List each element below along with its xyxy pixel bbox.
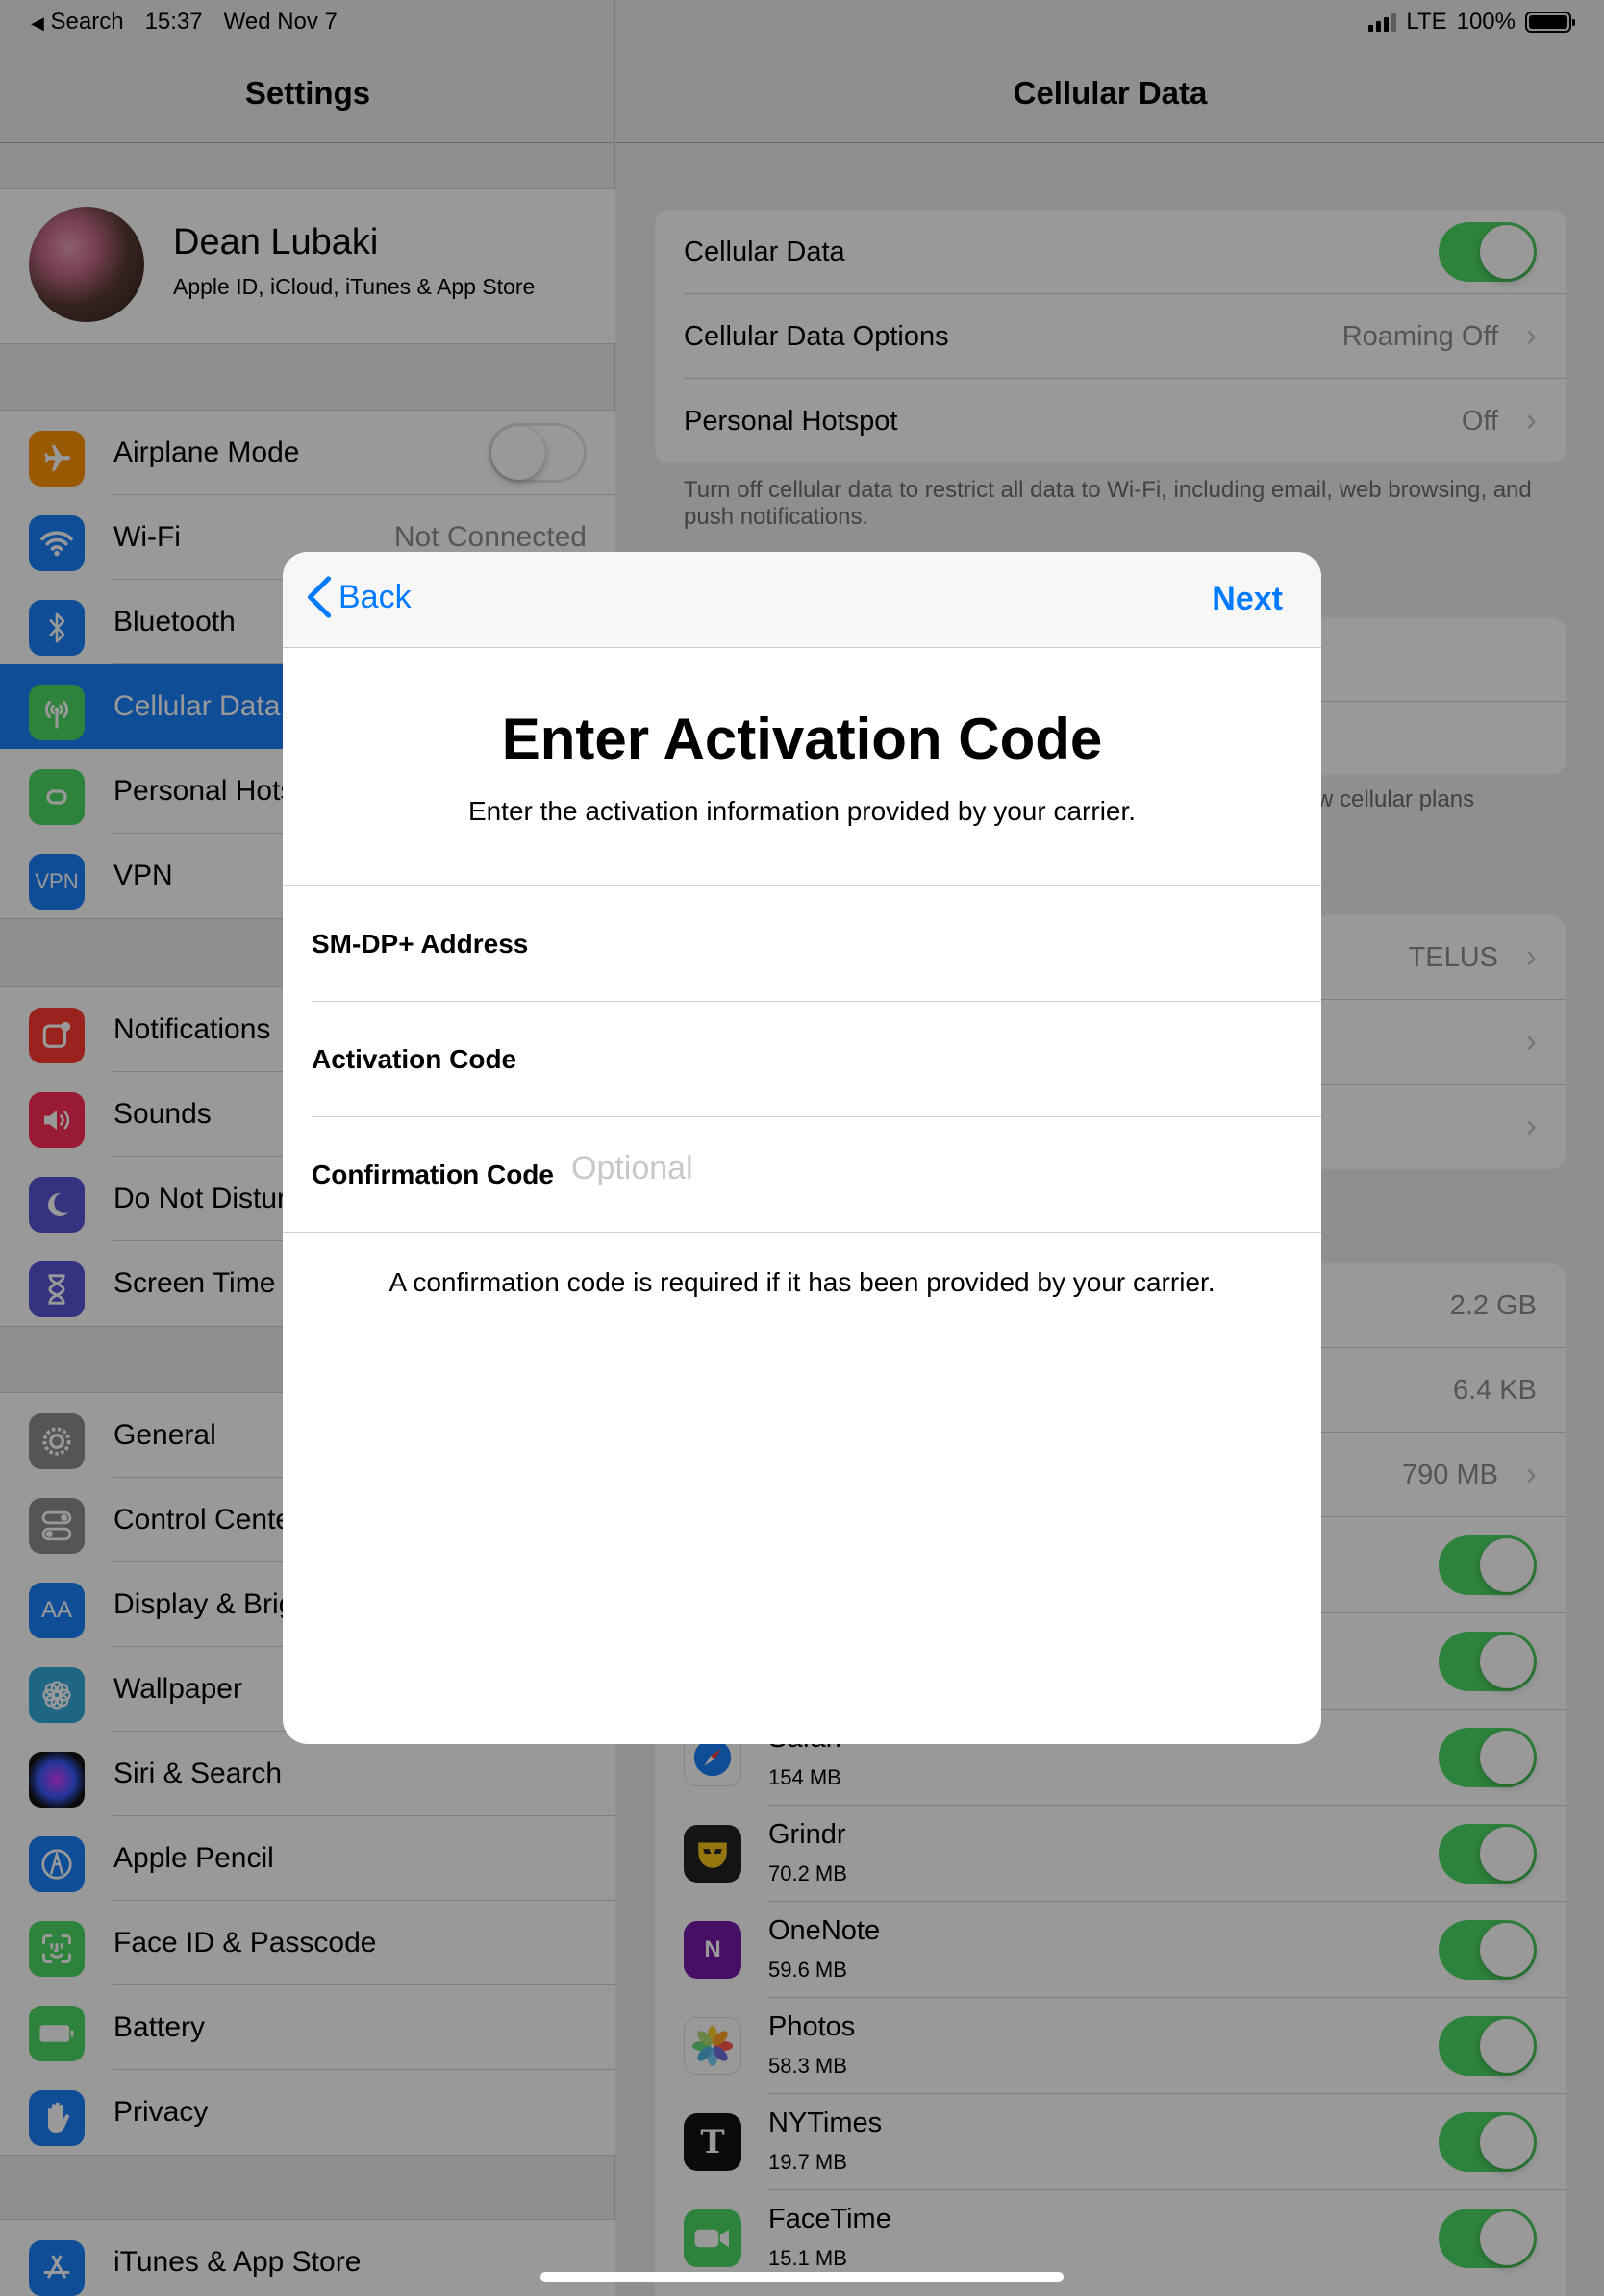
sm-dp-address-field[interactable] bbox=[571, 923, 1283, 961]
home-indicator[interactable] bbox=[540, 2272, 1064, 2282]
activation-code-label: Activation Code bbox=[312, 1044, 517, 1074]
chevron-left-icon bbox=[307, 576, 332, 618]
sm-dp-address-label: SM-DP+ Address bbox=[312, 929, 529, 959]
sheet-subtitle: Enter the activation information provide… bbox=[467, 796, 1137, 826]
confirmation-code-label: Confirmation Code bbox=[312, 1160, 554, 1189]
activation-code-field[interactable] bbox=[571, 1038, 1283, 1076]
confirmation-code-note: A confirmation code is required if it ha… bbox=[388, 1267, 1216, 1297]
next-button[interactable]: Next bbox=[1212, 581, 1283, 618]
sheet-nav-bar: Back Next bbox=[283, 552, 1321, 648]
back-button[interactable]: Back bbox=[306, 575, 412, 619]
confirmation-code-field[interactable] bbox=[571, 1150, 1283, 1187]
activation-code-sheet: Back Next Enter Activation Code Enter th… bbox=[283, 552, 1321, 1744]
sheet-title: Enter Activation Code bbox=[501, 707, 1103, 771]
